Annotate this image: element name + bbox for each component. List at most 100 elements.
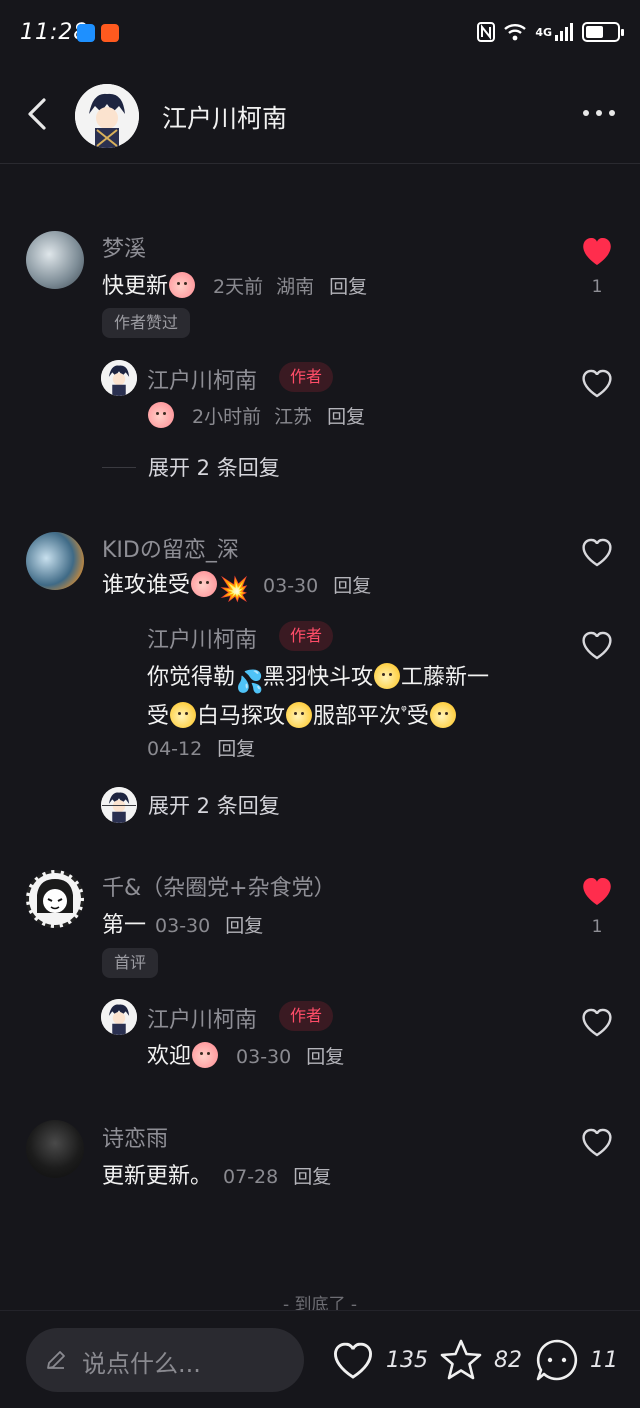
shy-emoji-icon xyxy=(191,571,218,597)
heart-filled-icon xyxy=(583,877,611,905)
user-avatar[interactable] xyxy=(26,231,84,289)
author-badge: 作者 xyxy=(279,362,334,392)
like-button[interactable] xyxy=(580,235,614,267)
author-avatar[interactable] xyxy=(75,84,139,148)
network-type: 4G xyxy=(535,25,552,39)
nfc-icon xyxy=(477,22,496,42)
reply-segment: 你觉得勒 xyxy=(147,665,236,690)
reply-link[interactable]: 回复 xyxy=(217,738,255,760)
page-title: 江户川柯南 xyxy=(162,104,288,133)
reply-segment: 白马探攻 xyxy=(197,704,286,729)
reply-text-line2: 受白马探攻 服部平次ᵠ受 xyxy=(147,695,457,733)
like-button[interactable] xyxy=(580,536,614,568)
dog-emoji-icon xyxy=(374,663,401,689)
reply-link[interactable]: 回复 xyxy=(329,276,367,298)
like-button[interactable] xyxy=(580,875,614,907)
author-badge: 作者 xyxy=(279,1001,334,1031)
reply-time: 2小时前 xyxy=(192,406,262,428)
first-comment-tag: 首评 xyxy=(102,948,159,978)
peach-emoji-icon xyxy=(169,272,196,298)
reply-like-button[interactable] xyxy=(580,629,614,661)
like-action[interactable]: 135 xyxy=(330,1337,428,1383)
reply-link[interactable]: 回复 xyxy=(333,575,371,597)
comment-username[interactable]: 千&（杂圈党+杂食党） xyxy=(102,870,336,902)
divider xyxy=(102,466,136,468)
comment-time: 2天前 xyxy=(213,276,264,298)
author-badge: 作者 xyxy=(279,621,334,651)
more-button[interactable] xyxy=(582,105,616,119)
reply-like-button[interactable] xyxy=(580,1006,614,1038)
sweat-drops-emoji-icon: 💦 xyxy=(236,670,264,695)
heart-outline-icon xyxy=(582,1008,612,1037)
dog-emoji-icon xyxy=(286,702,313,728)
reply-link[interactable]: 回复 xyxy=(306,1046,344,1068)
reply-link[interactable]: 回复 xyxy=(327,406,365,428)
reply-body: 欢迎 xyxy=(147,1044,192,1069)
cartoon-face-icon xyxy=(37,879,73,913)
heart-outline-icon xyxy=(582,631,612,660)
expand-replies[interactable]: 展开 2 条回复 xyxy=(102,790,280,820)
author-reply-avatar[interactable] xyxy=(101,999,137,1035)
like-button[interactable] xyxy=(580,1126,614,1158)
reply-segment: 黑羽快斗攻 xyxy=(263,665,374,690)
more-horizontal-icon xyxy=(583,110,615,116)
reply-meta: 04-12 回复 xyxy=(147,733,255,765)
battery-icon xyxy=(582,22,624,42)
like-count: 135 xyxy=(386,1347,428,1373)
comment-text: 更新更新。 07-28 回复 xyxy=(102,1161,331,1193)
reply-time: 03-30 xyxy=(236,1046,292,1068)
wifi-icon xyxy=(504,24,527,41)
comment-text: 谁攻谁受 💥 03-30 回复 xyxy=(102,570,371,602)
battery-level xyxy=(586,26,603,38)
comment-username[interactable]: 梦溪 xyxy=(102,231,146,263)
star-outline-icon xyxy=(440,1339,482,1380)
expand-replies-label: 展开 2 条回复 xyxy=(148,456,280,480)
comment-username[interactable]: 诗恋雨 xyxy=(102,1121,168,1153)
reply-link[interactable]: 回复 xyxy=(293,1166,331,1188)
reply-link[interactable]: 回复 xyxy=(225,915,263,937)
user-avatar[interactable] xyxy=(26,1120,84,1178)
status-icons: 4G xyxy=(477,22,624,42)
reply-time: 04-12 xyxy=(147,738,203,760)
anime-avatar-icon xyxy=(75,84,139,148)
taobao-app-icon xyxy=(101,24,119,42)
author-reply-avatar[interactable] xyxy=(101,360,137,396)
anime-avatar-icon xyxy=(101,360,137,396)
favorite-action[interactable]: 82 xyxy=(438,1337,522,1383)
expand-replies[interactable]: 展开 2 条回复 xyxy=(102,452,280,482)
comment-username[interactable]: KIDの留恋_深 xyxy=(102,532,239,564)
comment-text: 第一 03-30 回复 xyxy=(102,910,263,942)
back-button[interactable] xyxy=(20,94,56,134)
reply-text: 2小时前 江苏 回复 xyxy=(147,401,365,433)
reply-username[interactable]: 江户川柯南 xyxy=(147,1002,257,1034)
comment-time: 03-30 xyxy=(155,915,211,937)
reply-username[interactable]: 江户川柯南 xyxy=(147,363,257,395)
divider xyxy=(102,804,136,806)
favorite-count: 82 xyxy=(494,1347,522,1373)
peach-emoji-icon xyxy=(192,1042,219,1068)
reply-like-button[interactable] xyxy=(580,367,614,399)
reply-segment: 受 xyxy=(147,704,170,729)
anime-avatar-icon xyxy=(101,999,137,1035)
comment-count: 11 xyxy=(590,1347,618,1373)
comment-time: 03-30 xyxy=(263,575,319,597)
peach-emoji-icon xyxy=(148,402,174,428)
chevron-left-icon xyxy=(28,98,46,130)
dog-emoji-icon xyxy=(170,702,197,728)
status-bar: 11:28 4G xyxy=(0,0,640,70)
reply-segment: 受 xyxy=(406,704,429,729)
heart-filled-icon xyxy=(583,237,611,265)
comment-body: 更新更新。 xyxy=(102,1164,213,1189)
comment-body: 快更新 xyxy=(102,274,169,299)
reply-text-line1: 你觉得勒💦黑羽快斗攻 工藤新一 xyxy=(147,662,489,696)
reply-segment: 服部平次 xyxy=(313,704,402,729)
comment-input[interactable]: 说点什么... xyxy=(26,1328,304,1392)
heart-outline-icon xyxy=(582,369,612,398)
comment-text: 快更新 2天前 湖南 回复 xyxy=(102,271,367,303)
comment-body: 谁攻谁受 xyxy=(102,573,191,598)
user-avatar[interactable] xyxy=(26,532,84,590)
reply-username[interactable]: 江户川柯南 xyxy=(147,622,257,654)
comment-body: 第一 xyxy=(102,913,147,938)
user-avatar[interactable] xyxy=(26,870,84,928)
comment-action[interactable]: 11 xyxy=(534,1337,618,1383)
